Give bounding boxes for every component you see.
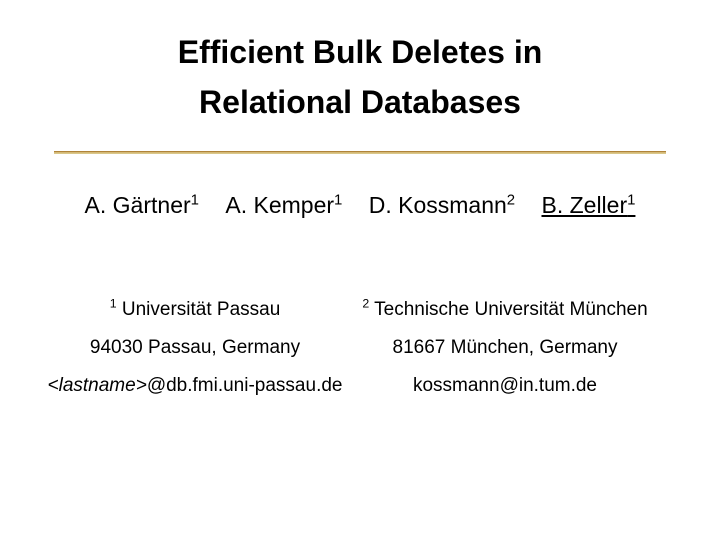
author-4-sup: 1 <box>627 192 635 209</box>
affil1-name: Universität Passau <box>117 299 281 320</box>
affil1-name-line: 1 Universität Passau <box>40 291 350 329</box>
author-2: A. Kemper1 <box>225 189 342 221</box>
author-4-presenter: B. Zeller1 <box>541 189 635 221</box>
author-list: A. Gärtner1 A. Kemper1 D. Kossmann2 B. Z… <box>0 189 720 221</box>
affil1-email-prefix: <lastname> <box>48 375 147 396</box>
affil2-name-line: 2 Technische Universität München <box>350 291 660 329</box>
affil1-address: 94030 Passau, Germany <box>40 329 350 367</box>
affiliations: 1 Universität Passau 94030 Passau, Germa… <box>40 291 660 405</box>
author-1-name: A. Gärtner <box>85 192 191 218</box>
title-line-1: Efficient Bulk Deletes in <box>178 34 543 70</box>
title-line-2: Relational Databases <box>199 84 521 120</box>
author-2-sup: 1 <box>334 192 342 209</box>
affiliation-1: 1 Universität Passau 94030 Passau, Germa… <box>40 291 350 405</box>
affil2-email: kossmann@in.tum.de <box>350 367 660 405</box>
affiliation-2: 2 Technische Universität München 81667 M… <box>350 291 660 405</box>
slide-title: Efficient Bulk Deletes in Relational Dat… <box>0 0 720 151</box>
horizontal-rule <box>54 151 666 153</box>
affil2-address: 81667 München, Germany <box>350 329 660 367</box>
affil1-email-suffix: @db.fmi.uni-passau.de <box>147 375 343 396</box>
affil1-sup: 1 <box>110 297 117 311</box>
author-3: D. Kossmann2 <box>369 189 515 221</box>
affil2-name: Technische Universität München <box>369 299 647 320</box>
author-1: A. Gärtner1 <box>85 189 199 221</box>
author-4-name: B. Zeller <box>541 192 627 218</box>
author-2-name: A. Kemper <box>225 192 334 218</box>
author-3-sup: 2 <box>507 192 515 209</box>
author-3-name: D. Kossmann <box>369 192 507 218</box>
affil1-email: <lastname>@db.fmi.uni-passau.de <box>40 367 350 405</box>
author-1-sup: 1 <box>191 192 199 209</box>
